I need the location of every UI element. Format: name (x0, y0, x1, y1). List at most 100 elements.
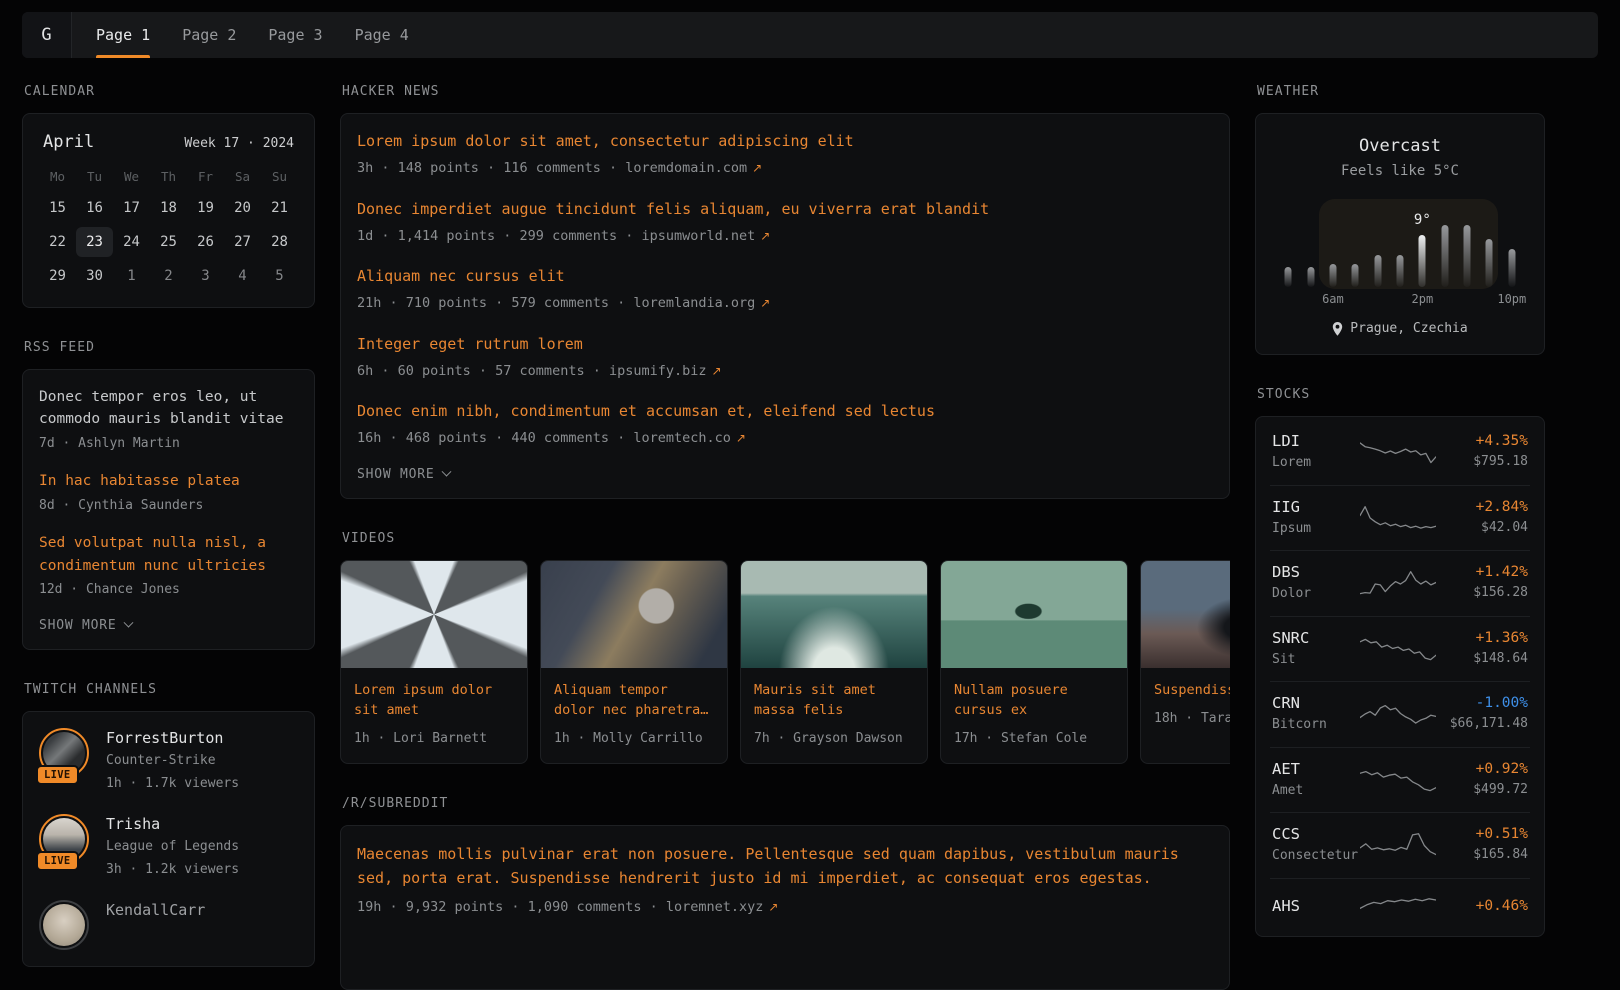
location-pin-icon (1332, 322, 1343, 336)
twitch-widget: TWITCH CHANNELS LIVEForrestBurtonCounter… (22, 682, 315, 967)
stock-value-block: +0.51%$165.84 (1436, 826, 1528, 865)
rss-item-title[interactable]: Sed volutpat nulla nisl, a condimentum n… (39, 532, 298, 577)
hackernews-show-more-label: SHOW MORE (357, 467, 434, 482)
weekday-label: Sa (224, 164, 261, 189)
stock-change: +0.51% (1436, 826, 1528, 842)
hackernews-item-title[interactable]: Donec enim nibh, condimentum et accumsan… (357, 400, 1213, 423)
stock-row[interactable]: DBSDolor+1.42%$156.28 (1270, 550, 1530, 616)
rss-item: Sed volutpat nulla nisl, a condimentum n… (39, 532, 298, 599)
subreddit-widget: /R/SUBREDDIT Maecenas mollis pulvinar er… (340, 796, 1230, 990)
video-meta: 17h · Stefan Cole (954, 729, 1114, 749)
stock-row[interactable]: AETAmet+0.92%$499.72 (1270, 747, 1530, 813)
stock-symbol: LDI (1272, 432, 1360, 450)
tab-page-1[interactable]: Page 1 (96, 12, 150, 58)
stock-row[interactable]: CCSConsectetur +0.51%$165.84 (1270, 812, 1530, 878)
video-thumbnail (341, 561, 527, 668)
weather-bar (1419, 235, 1426, 287)
video-card[interactable]: Mauris sit amet massa felis7h · Grayson … (740, 560, 928, 764)
video-card[interactable]: Suspendisse diam18h · Tara (1140, 560, 1230, 764)
rss-item-title[interactable]: Donec tempor eros leo, ut commodo mauris… (39, 386, 298, 431)
weekday-label: Mo (39, 164, 76, 189)
video-card[interactable]: Nullam posuere cursus ex 17h · Stefan Col… (940, 560, 1128, 764)
twitch-channel-name[interactable]: Trisha (106, 815, 239, 833)
stock-symbol-block: CCSConsectetur (1272, 825, 1360, 866)
video-card-body: Mauris sit amet massa felis7h · Grayson … (741, 668, 927, 763)
rss-item-meta: 12d · Chance Jones (39, 580, 298, 600)
stock-price: $499.72 (1436, 780, 1528, 800)
stock-symbol: CCS (1272, 825, 1360, 843)
twitch-channel-name[interactable]: KendallCarr (106, 901, 205, 919)
weather-bars: 9° (1277, 215, 1523, 287)
calendar-day: 18 (150, 193, 187, 223)
video-thumbnail (941, 561, 1127, 668)
hackernews-item-meta: 16h · 468 points · 440 comments · loremt… (357, 428, 1213, 448)
stock-symbol: IIG (1272, 498, 1360, 516)
stock-sparkline (1360, 891, 1436, 921)
video-title[interactable]: Suspendisse diam (1154, 680, 1230, 700)
twitch-channel-row[interactable]: KendallCarr (39, 900, 298, 950)
videos-widget: VIDEOS Lorem ipsum dolor sit amet consec… (340, 531, 1230, 764)
video-title[interactable]: Nullam posuere cursus ex (954, 680, 1114, 721)
video-thumbnail (541, 561, 727, 668)
hackernews-item-title[interactable]: Aliquam nec cursus elit (357, 265, 1213, 288)
hackernews-item-title[interactable]: Lorem ipsum dolor sit amet, consectetur … (357, 130, 1213, 153)
video-thumbnail (1141, 561, 1230, 668)
subreddit-post-title[interactable]: Maecenas mollis pulvinar erat non posuer… (357, 842, 1213, 892)
rss-item-title[interactable]: In hac habitasse platea (39, 470, 298, 492)
app-logo[interactable]: G (22, 12, 72, 58)
weather-time-labels: 6am2pm10pm (1277, 292, 1523, 307)
video-card[interactable]: Lorem ipsum dolor sit amet consectetu…1h… (340, 560, 528, 764)
twitch-game-label: League of Legends (106, 837, 239, 857)
stock-name: Dolor (1272, 584, 1360, 604)
calendar-grid: MoTuWeThFrSaSu15161718192021222324252627… (39, 164, 298, 291)
video-meta: 1h · Molly Carrillo (554, 729, 714, 749)
video-title[interactable]: Mauris sit amet massa felis (754, 680, 914, 721)
hackernews-item-meta: 1d · 1,414 points · 299 comments · ipsum… (357, 226, 1213, 246)
hackernews-item-title[interactable]: Donec imperdiet augue tincidunt felis al… (357, 198, 1213, 221)
tab-page-2[interactable]: Page 2 (182, 12, 236, 58)
twitch-channel-row[interactable]: LIVEForrestBurtonCounter-Strike1h · 1.7k… (39, 728, 298, 794)
weather-time-label: 10pm (1497, 292, 1526, 306)
video-card-body: Lorem ipsum dolor sit amet consectetu…1h… (341, 668, 527, 763)
stock-change: -1.00% (1436, 695, 1528, 711)
hackernews-item: Donec enim nibh, condimentum et accumsan… (357, 400, 1213, 449)
video-card-body: Suspendisse diam18h · Tara (1141, 668, 1230, 743)
stock-name: Sit (1272, 650, 1360, 670)
twitch-channel-name[interactable]: ForrestBurton (106, 729, 239, 747)
video-card-row: Lorem ipsum dolor sit amet consectetu… 1h… (340, 560, 1230, 764)
calendar-day: 2 (150, 261, 187, 291)
stock-change: +2.84% (1436, 499, 1528, 515)
external-link-icon: ↗ (712, 364, 722, 378)
stock-row[interactable]: CRNBitcorn-1.00%$66,171.48 (1270, 681, 1530, 747)
weekday-label: Fr (187, 164, 224, 189)
twitch-avatar (39, 900, 91, 950)
stock-value-block: +1.42%$156.28 (1436, 564, 1528, 603)
chevron-down-icon (124, 618, 134, 628)
weather-widget: WEATHER Overcast Feels like 5°C 9° 6am2p… (1255, 84, 1545, 355)
twitch-viewers-label: 3h · 1.2k viewers (106, 860, 239, 880)
stock-row[interactable]: LDILorem+4.35%$795.18 (1270, 420, 1530, 485)
top-navbar: G Page 1 Page 2 Page 3 Page 4 (22, 12, 1598, 58)
tab-page-3[interactable]: Page 3 (268, 12, 322, 58)
rss-section-title: RSS FEED (24, 340, 315, 355)
hackernews-show-more-button[interactable]: SHOW MORE (357, 467, 1213, 482)
hackernews-item-title[interactable]: Integer eget rutrum lorem (357, 333, 1213, 356)
stock-price: $42.04 (1436, 518, 1528, 538)
right-column: WEATHER Overcast Feels like 5°C 9° 6am2p… (1255, 84, 1545, 937)
twitch-channel-row[interactable]: LIVETrishaLeague of Legends3h · 1.2k vie… (39, 814, 298, 880)
weather-condition: Overcast (1272, 136, 1528, 156)
weather-bar (1352, 264, 1359, 287)
stock-row[interactable]: AHS+0.46% (1270, 878, 1530, 933)
weather-bar (1374, 255, 1381, 287)
video-title[interactable]: Aliquam tempor dolor nec pharetra… (554, 680, 714, 721)
rss-show-more-button[interactable]: SHOW MORE (39, 618, 298, 633)
stock-symbol-block: SNRCSit (1272, 629, 1360, 670)
calendar-week-year-label: Week 17 · 2024 (184, 136, 294, 151)
twitch-avatar: LIVE (39, 728, 91, 778)
stock-row[interactable]: IIGIpsum+2.84%$42.04 (1270, 485, 1530, 551)
calendar-day: 20 (224, 193, 261, 223)
tab-page-4[interactable]: Page 4 (355, 12, 409, 58)
stock-row[interactable]: SNRCSit+1.36%$148.64 (1270, 616, 1530, 682)
video-title[interactable]: Lorem ipsum dolor sit amet consectetu… (354, 680, 514, 721)
video-card[interactable]: Aliquam tempor dolor nec pharetra… 1h · M… (540, 560, 728, 764)
